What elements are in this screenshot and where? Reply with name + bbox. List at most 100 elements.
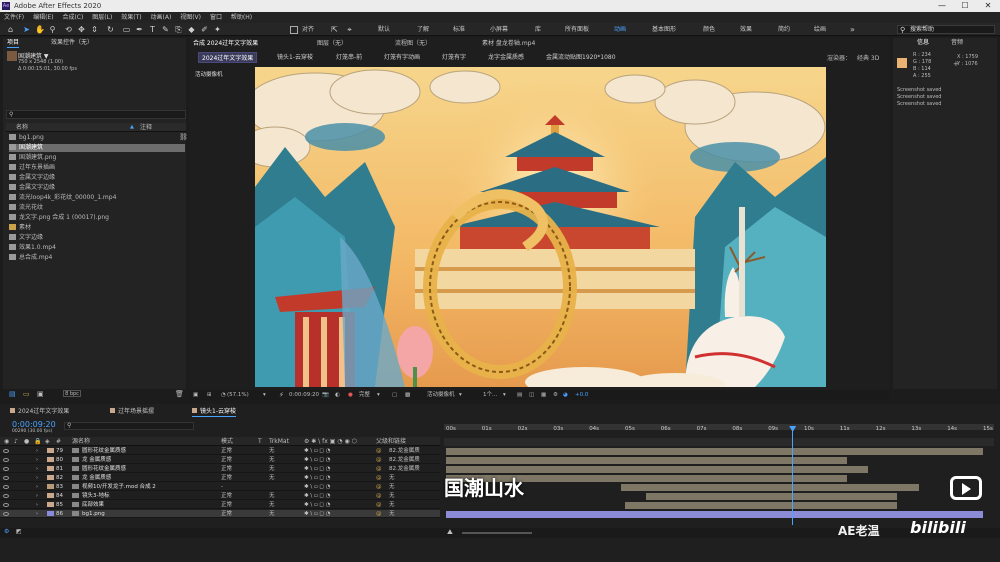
toggle-modes-icon[interactable]: ◩ [16, 528, 22, 535]
orbit-tool-icon[interactable]: ⟲ [64, 25, 73, 34]
menu-edit[interactable]: 编辑(E) [33, 12, 53, 23]
trkmat-header[interactable]: TrkMat [269, 437, 289, 446]
layer-name[interactable]: 龙 金属质感 [82, 474, 111, 482]
exposure-value[interactable]: +0.0 [575, 390, 588, 400]
crumb-lantern-text-anim[interactable]: 灯笼有字动画 [381, 52, 423, 63]
tab-footage[interactable]: 素材 盘龙卷轴.mp4 [482, 38, 535, 49]
expand-arrow-icon[interactable]: › [36, 492, 38, 500]
expand-arrow-icon[interactable]: › [36, 483, 38, 491]
snapshot-icon[interactable]: 📷 [322, 390, 329, 400]
comp-timecode[interactable]: 0:00:09:20 [289, 390, 319, 400]
layer-row[interactable]: › 80 龙 金属质感 正常 无 ✱ \ ▫ ◻ ◔ @82.龙金属质 [0, 456, 440, 464]
layer-name[interactable]: 镜头3-地标 [82, 492, 109, 500]
grid-icon[interactable]: ⊞ [207, 390, 212, 400]
expand-arrow-icon[interactable]: › [36, 465, 38, 473]
pick-whip-icon[interactable]: @ [376, 483, 382, 491]
crumb-lantern-front[interactable]: 灯笼串-前 [333, 52, 365, 63]
layer-mode[interactable]: 正常 [221, 465, 232, 473]
workspace-library[interactable]: 库 [535, 23, 541, 36]
layer-duration-bar[interactable] [621, 484, 919, 491]
label-color[interactable] [47, 457, 54, 462]
workspace-all-panels[interactable]: 所有面板 [565, 23, 589, 36]
timeline-tab-2024[interactable]: 2024过年文字效果 [10, 406, 69, 417]
pick-whip-icon[interactable]: @ [376, 492, 382, 500]
3d-draft-icon[interactable]: ◫ [529, 390, 534, 400]
layer-trkmat[interactable]: 无 [269, 447, 275, 455]
project-item[interactable]: 流光loop4k_彩花纹_00000_1.mp4 [9, 194, 185, 202]
layer-duration-bar[interactable] [446, 511, 983, 518]
pan-tool-icon[interactable]: ✥ [77, 25, 86, 34]
workspace-learn[interactable]: 了解 [417, 23, 429, 36]
pick-whip-icon[interactable]: @ [376, 465, 382, 473]
eye-icon[interactable] [3, 458, 9, 462]
tab-effect-controls[interactable]: 效果控件（无） [51, 38, 93, 48]
dolly-tool-icon[interactable]: ⇕ [90, 25, 99, 34]
layer-switches-icon[interactable]: ✱ \ ▫ ◻ ◔ [304, 465, 331, 473]
menu-effect[interactable]: 效果(T) [121, 12, 141, 23]
eye-icon[interactable] [3, 503, 9, 507]
label-color[interactable] [47, 475, 54, 480]
layer-duration-bar[interactable] [646, 493, 898, 500]
crumb-dragon-metal[interactable]: 龙字金属质感 [485, 52, 527, 63]
crumb-lantern-text[interactable]: 灯笼有字 [439, 52, 469, 63]
layer-name[interactable]: bg1.png [82, 510, 105, 518]
label-color[interactable] [47, 448, 54, 453]
tab-audio[interactable]: 音频 [951, 38, 963, 48]
layer-mode[interactable]: 正常 [221, 510, 232, 518]
chevron-down-icon[interactable]: ▾ [503, 390, 506, 400]
menu-help[interactable]: 帮助(H) [231, 12, 252, 23]
layer-duration-bar[interactable] [625, 502, 898, 509]
tab-project[interactable]: 项目 [7, 38, 20, 48]
region-of-interest-icon[interactable]: ▢ [392, 390, 397, 400]
layer-mode[interactable]: 正常 [221, 474, 232, 482]
project-item[interactable]: 金属文字边缘 [9, 174, 185, 182]
expand-arrow-icon[interactable]: › [36, 510, 38, 518]
layer-parent[interactable]: 无 [389, 483, 395, 491]
magnification-dropdown[interactable]: (57.1%) [227, 390, 249, 400]
home-icon[interactable]: ⌂ [6, 25, 15, 34]
transparency-grid-icon[interactable]: ▩ [405, 390, 410, 400]
layer-trkmat[interactable]: 无 [269, 492, 275, 500]
snap-icon[interactable]: ⇱ [330, 25, 339, 34]
camera-dropdown[interactable]: 活动摄像机 [427, 390, 455, 400]
new-folder-icon[interactable]: ▭ [23, 390, 30, 398]
eye-icon[interactable] [3, 467, 9, 471]
layer-trkmat[interactable]: 无 [269, 456, 275, 464]
layer-duration-bar[interactable] [446, 448, 983, 455]
toggle-pixel-aspect-icon[interactable]: ▤ [517, 390, 522, 400]
menu-view[interactable]: 视图(V) [180, 12, 201, 23]
text-tool-icon[interactable]: T [148, 25, 157, 34]
chevron-down-icon[interactable]: ▾ [377, 390, 380, 400]
minimize-button[interactable]: — [931, 0, 953, 12]
tab-layer[interactable]: 图层（无） [317, 38, 347, 49]
rectangle-tool-icon[interactable]: ▭ [122, 25, 131, 34]
workspace-minimal[interactable]: 简约 [778, 23, 790, 36]
layer-row[interactable]: › 83 视频10/开发龙子.mod 合成 2 - ✱ \ ▫ ◻ ◔ @ 无 [0, 483, 440, 491]
menu-file[interactable]: 文件(F) [4, 12, 24, 23]
layer-row[interactable]: › 82 龙 金属质感 正常 无 ✱ \ ▫ ◻ ◔ @ 无 [0, 474, 440, 482]
layer-row[interactable]: › 81 圆形花纹金属质感 正常 无 ✱ \ ▫ ◻ ◔ @82.龙金属质 [0, 465, 440, 473]
parent-header[interactable]: 父级和链接 [376, 437, 406, 446]
mode-header[interactable]: 模式 [221, 437, 233, 446]
layer-parent[interactable]: 无 [389, 501, 395, 509]
layer-row[interactable]: › 79 圆形花纹金属质感 正常 无 ✱ \ ▫ ◻ ◔ @82.龙金属质 [0, 447, 440, 455]
workspace-animation[interactable]: 动画 [614, 23, 626, 36]
close-button[interactable]: ✕ [977, 0, 999, 12]
eye-icon[interactable] [3, 449, 9, 453]
layer-switches-icon[interactable]: ✱ \ ▫ ◻ ◔ [304, 456, 331, 464]
menu-animation[interactable]: 动画(A) [151, 12, 172, 23]
views-dropdown[interactable]: 1个... [483, 390, 497, 400]
project-item[interactable]: 国潮建筑.png [9, 154, 185, 162]
label-color[interactable] [47, 466, 54, 471]
workspace-standard[interactable]: 标准 [453, 23, 465, 36]
show-channel-icon[interactable]: ◐ [335, 390, 340, 400]
layer-row[interactable]: › 84 镜头3-地标 正常 无 ✱ \ ▫ ◻ ◔ @ 无 [0, 492, 440, 500]
layer-mode[interactable]: 正常 [221, 447, 232, 455]
column-name[interactable]: 名称 [16, 123, 28, 132]
project-item[interactable]: 效果1.0.mp4 [9, 244, 185, 252]
crumb-2024[interactable]: 2024过年文字效果 [198, 52, 258, 63]
flowchart-icon[interactable]: ⚙ [553, 390, 558, 400]
exposure-icon[interactable]: ◕ [563, 390, 568, 400]
brush-tool-icon[interactable]: ✎ [161, 25, 170, 34]
workspace-effects[interactable]: 效果 [740, 23, 752, 36]
